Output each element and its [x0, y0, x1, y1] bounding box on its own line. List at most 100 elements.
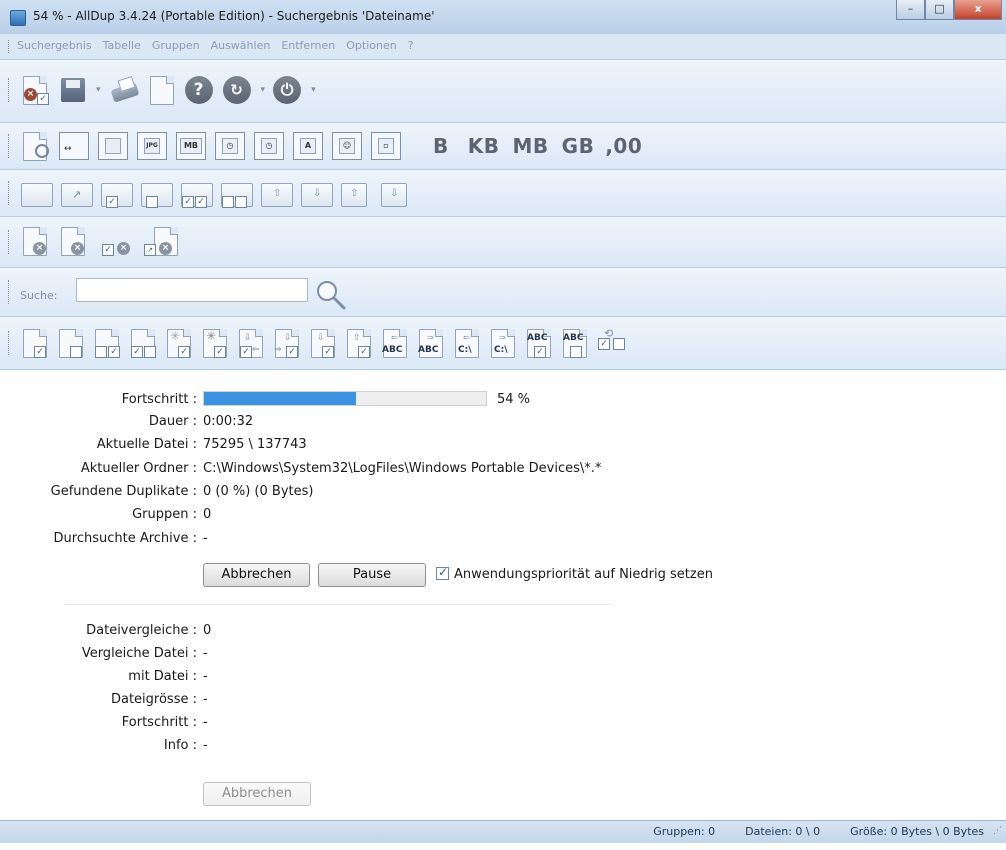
- menu-gruppen[interactable]: Gruppen: [152, 39, 200, 52]
- delete-file-icon[interactable]: ×: [20, 225, 50, 257]
- menu-suchergebnis[interactable]: Suchergebnis: [17, 39, 92, 52]
- column-name-icon[interactable]: [98, 132, 128, 160]
- close-button[interactable]: x: [954, 0, 1002, 20]
- info-row-label: Gefundene Duplikate :: [50, 483, 197, 499]
- progress-label: Fortschritt :: [121, 392, 197, 407]
- column-attribute-icon[interactable]: A: [293, 132, 323, 160]
- priority-checkbox-label: Anwendungspriorität auf Niedrig setzen: [454, 567, 713, 582]
- column-size-icon[interactable]: MB: [176, 132, 206, 160]
- compare-row-label: Dateigrösse :: [110, 692, 197, 707]
- menu-auswaehlen[interactable]: Auswählen: [211, 39, 271, 52]
- select-newest-icon[interactable]: ✳ ✓: [164, 327, 194, 359]
- delete-link-icon[interactable]: ↗ ×: [144, 225, 178, 257]
- select-abc-left-icon[interactable]: ⇐ ABC: [380, 327, 410, 359]
- toolbar-grip[interactable]: [8, 331, 11, 355]
- search-icon[interactable]: [314, 278, 348, 312]
- select-smaller-icon[interactable]: ⇩ ✓ ⇐: [236, 327, 266, 359]
- toolbar-grip[interactable]: [8, 280, 11, 304]
- column-time-icon[interactable]: ◷: [254, 132, 284, 160]
- compare-row-label: Info :: [163, 738, 197, 753]
- select-name-uncheck-icon[interactable]: ABC: [560, 327, 590, 359]
- folder-check-all-icon[interactable]: ✓ ✓: [180, 176, 214, 208]
- column-date-icon[interactable]: ◷: [215, 132, 245, 160]
- toolbar-folders: ↗ ✓ ✓ ✓ ⇧ ⇩ ⇧ ⇩: [0, 170, 1006, 217]
- help-icon[interactable]: ?: [184, 74, 215, 106]
- info-row-value: -: [203, 530, 208, 546]
- search-label: Suche:: [20, 289, 58, 302]
- folder-down-icon[interactable]: ⇩: [300, 176, 334, 208]
- title-bar: 54 % - AllDup 3.4.24 (Portable Edition) …: [0, 0, 1006, 35]
- invert-selection-icon[interactable]: ✓ ⟲: [596, 327, 636, 359]
- minimize-button[interactable]: –: [896, 0, 925, 20]
- search-input[interactable]: [76, 278, 308, 302]
- toolbar-grip[interactable]: [8, 78, 11, 102]
- compare-row-label: Fortschritt :: [121, 715, 197, 730]
- update-icon[interactable]: ↻: [222, 74, 253, 106]
- toolbar-grip[interactable]: [8, 181, 11, 205]
- close-result-icon[interactable]: × ✓: [20, 74, 50, 106]
- power-dropdown-icon[interactable]: ▾: [311, 85, 316, 95]
- column-width-icon[interactable]: ↔: [59, 132, 89, 160]
- column-image-icon[interactable]: JPG: [137, 132, 167, 160]
- folder-check-icon[interactable]: ✓: [100, 176, 134, 208]
- folder-move-up-icon[interactable]: ⇧: [340, 176, 374, 208]
- cancel-button[interactable]: Abbrechen: [203, 563, 310, 587]
- select-path-left-icon[interactable]: ⇐ C:\: [452, 327, 482, 359]
- select-last-icon[interactable]: [56, 327, 86, 359]
- info-row-label: Gruppen :: [132, 507, 197, 523]
- unit-gb-button[interactable]: GB: [562, 134, 595, 158]
- menu-entfernen[interactable]: Entfernen: [281, 39, 335, 52]
- cancel-compare-button[interactable]: Abbrechen: [203, 782, 311, 806]
- document-icon[interactable]: [147, 74, 177, 106]
- delete-checked-icon[interactable]: ✓ ×: [102, 225, 136, 257]
- window-controls: – □ x: [896, 0, 1002, 20]
- print-icon[interactable]: [109, 74, 139, 106]
- app-icon: [10, 10, 26, 26]
- resize-grip-icon[interactable]: ⋰: [993, 826, 1002, 836]
- select-abc-right-icon[interactable]: ⇒ ABC: [416, 327, 446, 359]
- menu-optionen[interactable]: Optionen: [346, 39, 396, 52]
- select-first-icon[interactable]: ✓: [20, 327, 50, 359]
- column-owner-icon[interactable]: ☺: [332, 132, 362, 160]
- check-icon: ✓: [438, 565, 449, 579]
- select-larger-icon[interactable]: ⇩ ⇒ ✓: [272, 327, 302, 359]
- folder-uncheck-all-icon[interactable]: [220, 176, 254, 208]
- save-dropdown-icon[interactable]: ▾: [96, 85, 101, 95]
- preview-icon[interactable]: [20, 130, 50, 162]
- unit-mb-button[interactable]: MB: [513, 134, 549, 158]
- section-divider: [65, 604, 611, 605]
- select-down-icon[interactable]: ⇩ ✓: [308, 327, 338, 359]
- unit-bytes-button[interactable]: B: [433, 134, 449, 158]
- column-file-icon[interactable]: ▫: [371, 132, 401, 160]
- select-oldest-icon[interactable]: ✳ ✓: [200, 327, 230, 359]
- unit-kb-button[interactable]: KB: [468, 134, 500, 158]
- update-dropdown-icon[interactable]: ▾: [261, 85, 266, 95]
- folder-move-down-icon[interactable]: ⇩: [380, 176, 414, 208]
- menu-bar: Suchergebnis Tabelle Gruppen Auswählen E…: [0, 34, 1006, 60]
- info-row-value: 0: [203, 507, 212, 523]
- menu-grip[interactable]: [8, 40, 11, 53]
- select-up-icon[interactable]: ⇧ ✓: [344, 327, 374, 359]
- pause-button[interactable]: Pause: [318, 563, 426, 587]
- info-row-label: Aktueller Ordner :: [80, 460, 197, 476]
- folder-open-icon[interactable]: ↗: [60, 176, 94, 208]
- delete-file-alt-icon[interactable]: ×: [58, 225, 94, 257]
- toolbar-columns: ↔ JPG MB ◷ ◷ A ☺ ▫ B KB MB GB ,00: [0, 123, 1006, 170]
- menu-tabelle[interactable]: Tabelle: [103, 39, 141, 52]
- priority-checkbox[interactable]: ✓: [436, 565, 449, 580]
- unit-decimals-button[interactable]: ,00: [605, 134, 642, 158]
- compare-row-value: 0: [203, 623, 212, 638]
- check-uncheck-icon[interactable]: ✓: [128, 327, 158, 359]
- power-icon[interactable]: ⏻: [273, 74, 303, 106]
- save-icon[interactable]: [58, 74, 88, 106]
- toolbar-grip[interactable]: [8, 134, 11, 158]
- uncheck-check-icon[interactable]: ✓: [92, 327, 122, 359]
- folder-uncheck-icon[interactable]: [140, 176, 174, 208]
- menu-help[interactable]: ?: [408, 39, 414, 52]
- folder-up-icon[interactable]: ⇧: [260, 176, 294, 208]
- select-path-right-icon[interactable]: ⇒ C:\: [488, 327, 518, 359]
- toolbar-grip[interactable]: [8, 230, 11, 254]
- maximize-button[interactable]: □: [925, 0, 954, 20]
- select-name-check-icon[interactable]: ABC ✓: [524, 327, 554, 359]
- folder-icon[interactable]: [20, 176, 54, 208]
